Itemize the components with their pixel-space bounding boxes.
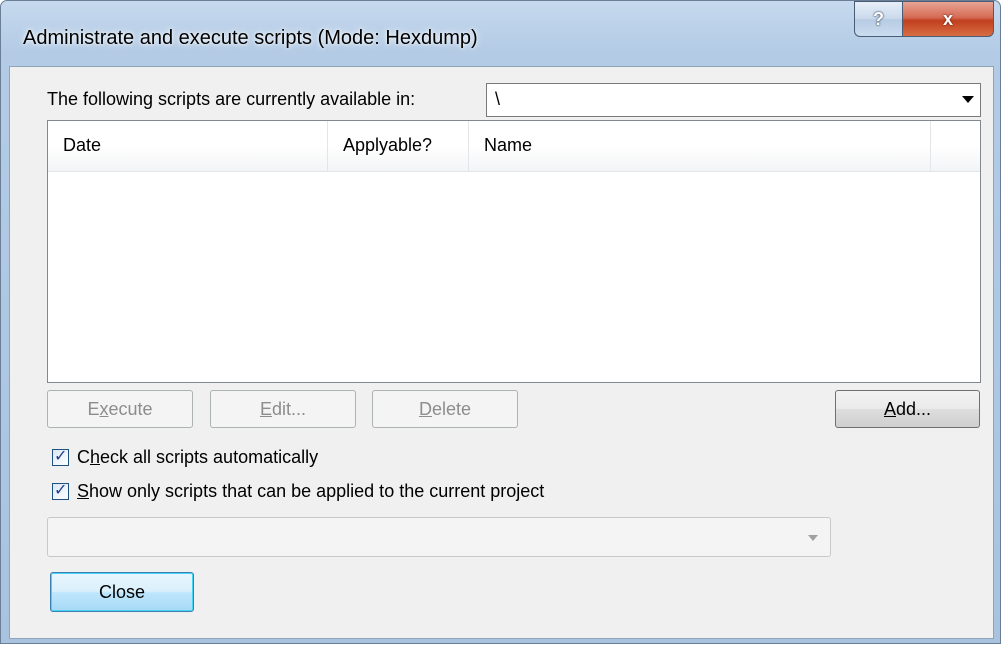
delete-button: Delete: [372, 390, 518, 428]
window-title: Administrate and execute scripts (Mode: …: [23, 27, 478, 49]
button-label: Edit...: [259, 398, 307, 419]
check-all-checkbox[interactable]: ✓: [52, 446, 69, 466]
column-header-applyable[interactable]: Applyable?: [328, 121, 469, 171]
scripts-list[interactable]: Date Applyable? Name: [47, 120, 981, 383]
location-dropdown[interactable]: \: [486, 83, 981, 117]
show-only-label: Show only scripts that can be applied to…: [77, 481, 545, 501]
script-details-combobox: [47, 517, 831, 557]
help-icon: ?: [873, 8, 884, 29]
button-label: Delete: [418, 398, 472, 419]
list-header: Date Applyable? Name: [48, 121, 980, 172]
column-label: Name: [484, 135, 533, 155]
column-header-date[interactable]: Date: [48, 121, 328, 171]
help-button[interactable]: ?: [854, 1, 902, 37]
location-label: The following scripts are currently avai…: [47, 89, 416, 109]
check-all-label: Check all scripts automatically: [77, 447, 319, 467]
add-button[interactable]: Add...: [835, 390, 980, 428]
button-label: Add...: [883, 398, 932, 419]
checkmark-icon: ✓: [54, 480, 68, 499]
button-label: Execute: [87, 398, 153, 419]
dropdown-arrow-icon: [962, 96, 974, 103]
edit-button: Edit...: [210, 390, 356, 428]
dialog-body: The following scripts are currently avai…: [9, 66, 994, 639]
column-label: Applyable?: [343, 135, 433, 155]
close-button[interactable]: Close: [50, 572, 194, 612]
dropdown-arrow-icon: [808, 535, 818, 541]
location-value: \: [495, 89, 501, 109]
column-header-filler: [931, 121, 980, 171]
column-label: Date: [63, 135, 102, 155]
column-header-name[interactable]: Name: [469, 121, 931, 171]
button-label: Close: [98, 581, 146, 602]
execute-button: Execute: [47, 390, 193, 428]
checkmark-icon: ✓: [54, 446, 68, 465]
close-icon: x: [942, 8, 953, 29]
window-close-button[interactable]: x: [902, 1, 994, 37]
check-all-option[interactable]: ✓ Check all scripts automatically: [52, 446, 319, 468]
show-only-checkbox[interactable]: ✓: [52, 480, 69, 500]
dialog-window: Administrate and execute scripts (Mode: …: [0, 0, 1001, 644]
show-only-option[interactable]: ✓ Show only scripts that can be applied …: [52, 480, 545, 502]
title-controls: ? x: [854, 1, 994, 37]
